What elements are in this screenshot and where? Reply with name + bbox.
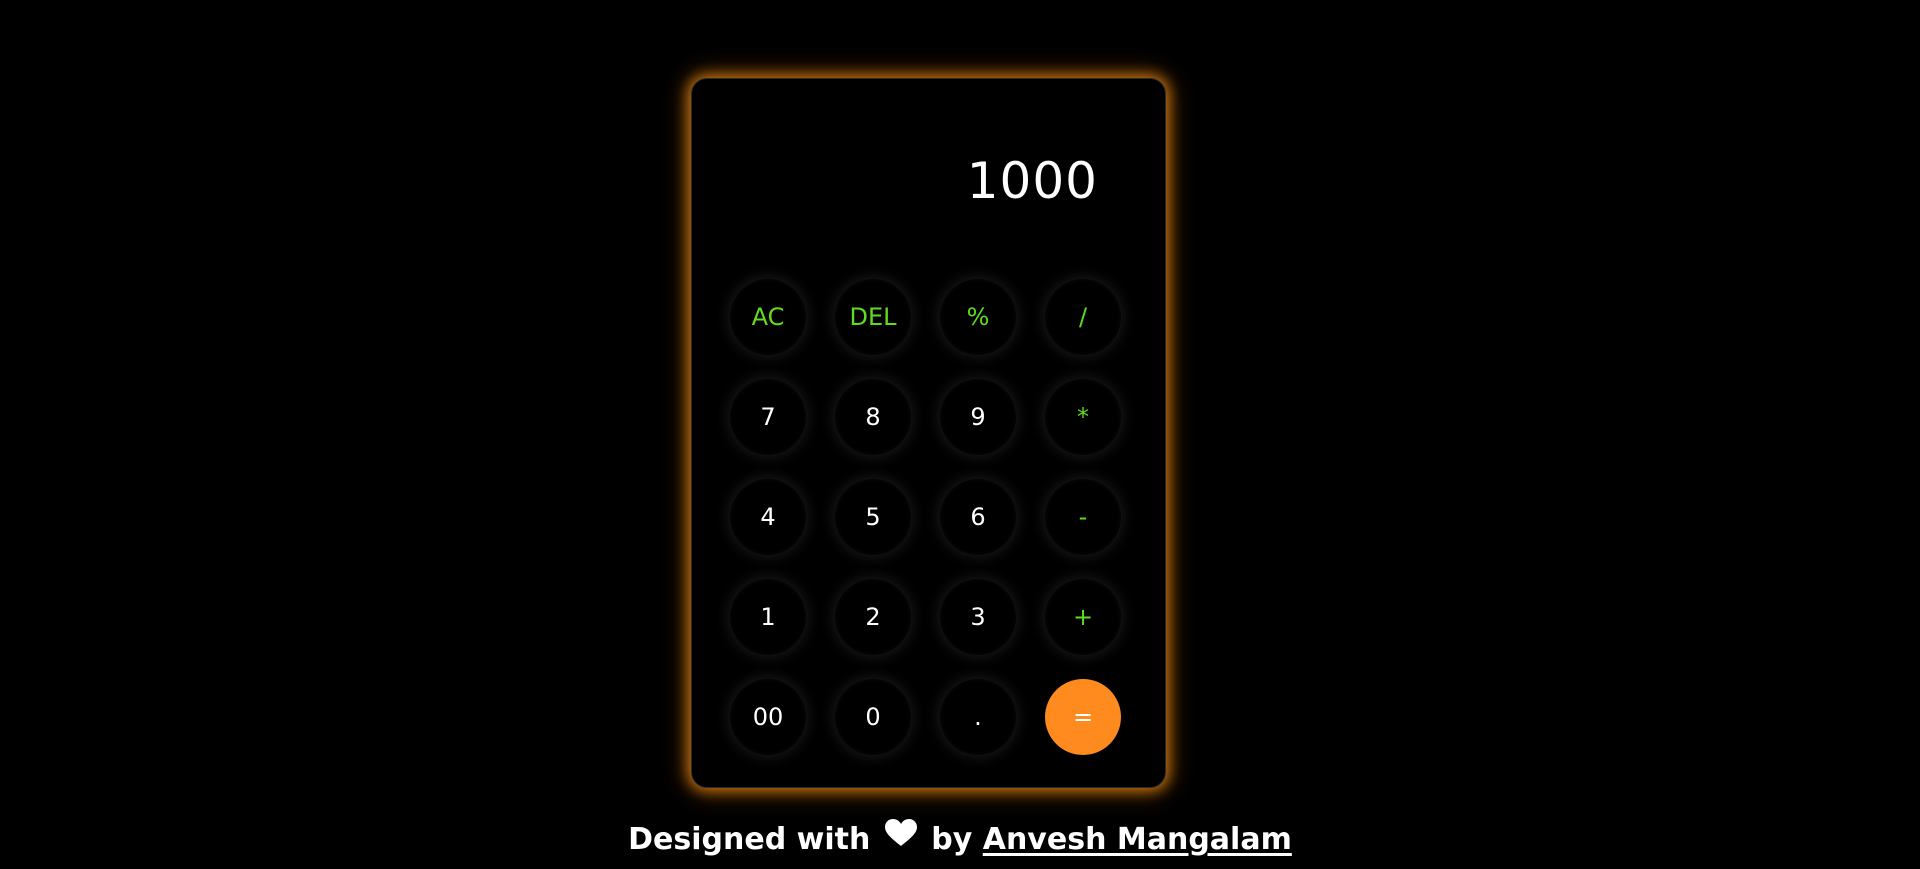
ac-button[interactable]: AC — [730, 279, 806, 355]
keypad: AC DEL%/7 8 9 * 4 5 6-1 2 3 +00 0. = — [730, 279, 1121, 755]
digit-3-button[interactable]: 3 — [940, 579, 1016, 655]
footer-credit: Designed with by Anvesh Mangalam — [0, 818, 1920, 861]
footer-prefix: Designed with — [628, 822, 871, 857]
equals-button[interactable]: = — [1045, 679, 1121, 755]
author-link[interactable]: Anvesh Mangalam — [983, 822, 1292, 857]
subtract-button[interactable]: - — [1045, 479, 1121, 555]
digit-0-button[interactable]: 0 — [835, 679, 911, 755]
footer-by: by — [931, 822, 973, 857]
digit-8-button[interactable]: 8 — [835, 379, 911, 455]
heart-icon — [884, 818, 917, 858]
digit-7-button[interactable]: 7 — [730, 379, 806, 455]
digit-5-button[interactable]: 5 — [835, 479, 911, 555]
digit-9-button[interactable]: 9 — [940, 379, 1016, 455]
divide-button[interactable]: / — [1045, 279, 1121, 355]
digit-1-button[interactable]: 1 — [730, 579, 806, 655]
digit-6-button[interactable]: 6 — [940, 479, 1016, 555]
double-zero-button[interactable]: 00 — [730, 679, 806, 755]
delete-button[interactable]: DEL — [835, 279, 911, 355]
add-button[interactable]: + — [1045, 579, 1121, 655]
digit-2-button[interactable]: 2 — [835, 579, 911, 655]
calculator-display: 1000 — [966, 152, 1098, 210]
page: 1000 AC DEL%/7 8 9 * 4 5 6-1 2 3 +00 0. = Designed w… — [0, 0, 1920, 869]
digit-4-button[interactable]: 4 — [730, 479, 806, 555]
decimal-point-button[interactable]: . — [940, 679, 1016, 755]
multiply-button[interactable]: * — [1045, 379, 1121, 455]
percent-button[interactable]: % — [940, 279, 1016, 355]
calculator: 1000 AC DEL%/7 8 9 * 4 5 6-1 2 3 +00 0. = — [691, 78, 1166, 788]
